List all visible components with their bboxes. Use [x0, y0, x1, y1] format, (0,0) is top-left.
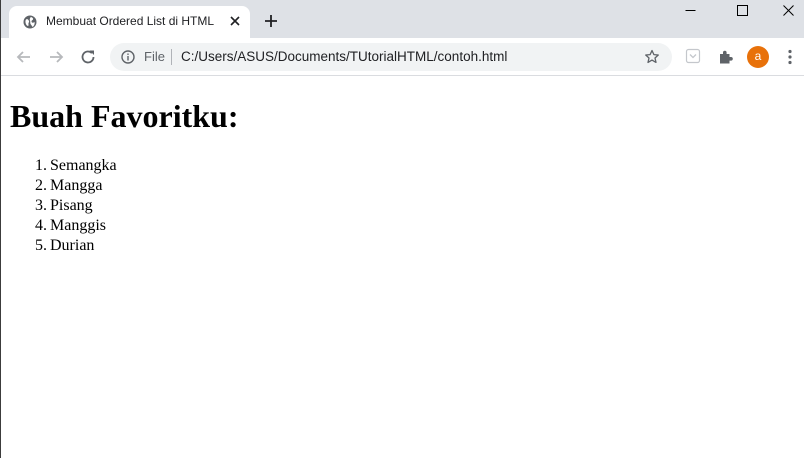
- list-number: 3.: [35, 197, 47, 214]
- reload-icon[interactable]: [78, 47, 98, 67]
- list-item: 1. Semangka: [10, 156, 117, 176]
- close-icon: [783, 5, 794, 16]
- list-item-text: Mangga: [50, 177, 103, 194]
- globe-icon: [23, 15, 37, 29]
- list-item: 2. Mangga: [10, 176, 117, 196]
- list-number: 5.: [35, 237, 47, 254]
- maximize-icon: [737, 5, 748, 16]
- more-menu-icon[interactable]: [783, 48, 797, 66]
- scheme-label: File: [144, 49, 165, 64]
- list-number: 4.: [35, 217, 47, 234]
- list-item-text: Manggis: [50, 217, 106, 234]
- url-text[interactable]: C:/Users/ASUS/Documents/TUtorialHTML/con…: [181, 49, 507, 64]
- list-number: 2.: [35, 177, 47, 194]
- fruit-ordered-list: 1. Semangka 2. Mangga 3. Pisang 4. Manggis 5…: [10, 156, 117, 256]
- minimize-icon: [685, 10, 696, 11]
- forward-arrow-icon[interactable]: [46, 47, 66, 67]
- pocket-extension-icon[interactable]: [685, 48, 701, 64]
- new-tab-plus-icon[interactable]: [263, 13, 279, 29]
- list-item-text: Pisang: [50, 197, 93, 214]
- info-icon[interactable]: [121, 50, 135, 64]
- list-item-text: Semangka: [50, 157, 117, 174]
- list-number: 1.: [35, 157, 47, 174]
- list-item: 3. Pisang: [10, 196, 117, 216]
- back-arrow-icon[interactable]: [14, 47, 34, 67]
- tab-strip: Membuat Ordered List di HTML: [1, 0, 804, 38]
- list-item-text: Durian: [50, 237, 95, 254]
- maximize-button[interactable]: [719, 0, 765, 22]
- tab-active[interactable]: Membuat Ordered List di HTML: [9, 6, 250, 38]
- address-bar[interactable]: File C:/Users/ASUS/Documents/TUtorialHTM…: [110, 43, 672, 71]
- address-divider: [171, 49, 172, 65]
- minimize-button[interactable]: [667, 0, 713, 22]
- browser-window: Membuat Ordered List di HTML File C:/Use…: [0, 0, 804, 458]
- page-viewport: Buah Favoritku: 1. Semangka 2. Mangga 3. Pi…: [2, 77, 804, 458]
- close-tab-icon[interactable]: [228, 14, 242, 28]
- list-item: 4. Manggis: [10, 216, 117, 236]
- list-item: 5. Durian: [10, 236, 117, 256]
- extensions-puzzle-icon[interactable]: [717, 48, 735, 66]
- close-window-button[interactable]: [765, 0, 804, 22]
- tab-title: Membuat Ordered List di HTML: [46, 14, 215, 28]
- page-heading: Buah Favoritku:: [10, 98, 239, 134]
- browser-toolbar: File C:/Users/ASUS/Documents/TUtorialHTM…: [1, 38, 804, 76]
- bookmark-star-icon[interactable]: [644, 49, 660, 65]
- profile-avatar[interactable]: a: [747, 46, 769, 68]
